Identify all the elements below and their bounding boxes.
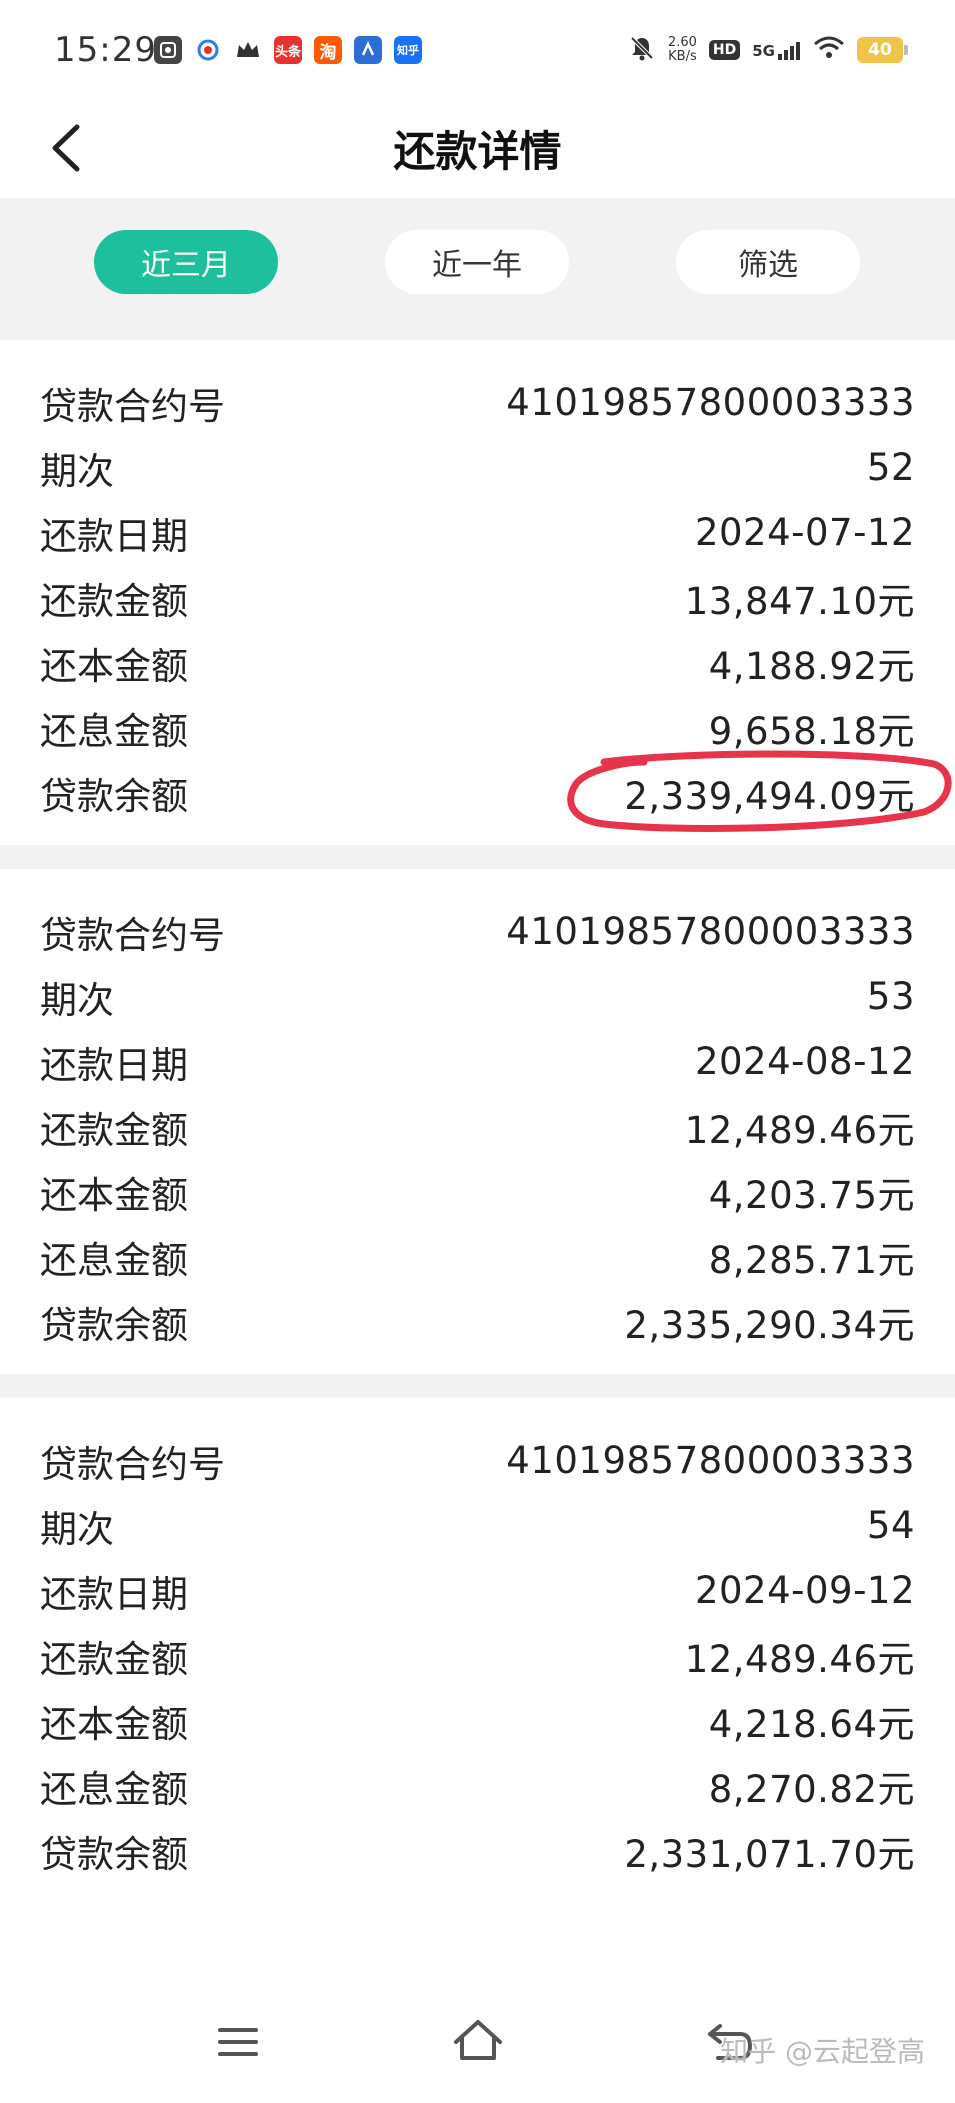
balance-value: 2,339,494.09元 [624,774,915,818]
app-a-icon [154,36,182,64]
period-label: 期次 [40,449,114,493]
contract-label: 贷款合约号 [40,1442,225,1486]
principal-label: 还本金额 [40,1173,188,1217]
row-balance: 贷款余额 2,339,494.09元 [40,750,952,832]
row-contract: 贷款合约号 41019857800003333 [40,1428,915,1493]
net-speed: 2.60 KB/s [667,35,697,64]
interest-value: 9,658.18元 [708,709,915,753]
row-balance: 贷款余额 2,335,290.34元 [40,1289,915,1354]
amount-value: 13,847.10元 [684,579,915,623]
row-date: 还款日期 2024-08-12 [40,1029,915,1094]
date-label: 还款日期 [40,1572,188,1616]
principal-value: 4,218.64元 [708,1702,915,1746]
principal-label: 还本金额 [40,1702,188,1746]
row-interest: 还息金额 9,658.18元 [40,695,915,760]
date-value: 2024-08-12 [694,1040,915,1083]
period-value: 52 [866,446,915,489]
amount-label: 还款金额 [40,1108,188,1152]
period-label: 期次 [40,1507,114,1551]
cell-signal-icon: 5G [752,40,801,60]
row-amount: 还款金额 13,847.10元 [40,565,915,630]
row-contract: 贷款合约号 41019857800003333 [40,899,915,964]
crown-app-icon [234,36,262,64]
amount-label: 还款金额 [40,1637,188,1681]
balance-label: 贷款余额 [40,1832,188,1876]
filter-button[interactable]: 筛选 [676,230,860,294]
contract-value: 41019857800003333 [506,1439,915,1482]
row-amount: 还款金额 12,489.46元 [40,1094,915,1159]
row-period: 期次 52 [40,435,915,500]
principal-value: 4,203.75元 [708,1173,915,1217]
status-bar: 15:29 头条 淘 知乎 2.60 KB/s HD 5G 40 [0,0,955,104]
period-value: 54 [866,1504,915,1547]
interest-label: 还息金额 [40,1767,188,1811]
interest-value: 8,285.71元 [708,1238,915,1282]
row-contract: 贷款合约号 41019857800003333 [40,370,915,435]
status-indicators: 2.60 KB/s HD 5G 40 [628,34,908,66]
row-amount: 还款金额 12,489.46元 [40,1623,915,1688]
principal-label: 还本金额 [40,644,188,688]
balance-label: 贷款余额 [40,774,188,818]
date-value: 2024-07-12 [694,511,915,554]
nav-header: 还款详情 [0,104,955,198]
amount-value: 12,489.46元 [684,1108,915,1152]
watermark: 知乎 @云起登高 [720,2035,925,2068]
repayment-record: 贷款合约号 41019857800003333 期次 52 还款日期 2024-… [0,340,955,845]
filter-bar: 近三月 近一年 筛选 [0,198,955,340]
filter-last-year[interactable]: 近一年 [385,230,569,294]
contract-label: 贷款合约号 [40,913,225,957]
period-label: 期次 [40,978,114,1022]
system-nav-bar: 知乎 @云起登高 [0,1990,955,2103]
interest-label: 还息金额 [40,709,188,753]
contract-value: 41019857800003333 [506,910,915,953]
wifi-icon [813,36,845,64]
period-value: 53 [866,975,915,1018]
contract-label: 贷款合约号 [40,384,225,428]
row-principal: 还本金额 4,218.64元 [40,1688,915,1753]
balance-value: 2,331,071.70元 [624,1832,915,1876]
interest-value: 8,270.82元 [708,1767,915,1811]
date-label: 还款日期 [40,1043,188,1087]
row-date: 还款日期 2024-09-12 [40,1558,915,1623]
home-icon[interactable] [448,2012,508,2072]
contract-value: 41019857800003333 [506,381,915,424]
menu-icon[interactable] [208,2012,268,2072]
row-date: 还款日期 2024-07-12 [40,500,915,565]
balance-label: 贷款余额 [40,1303,188,1347]
row-interest: 还息金额 8,285.71元 [40,1224,915,1289]
row-principal: 还本金额 4,188.92元 [40,630,915,695]
filter-last-three-months[interactable]: 近三月 [94,230,278,294]
status-app-icons: 头条 淘 知乎 [154,36,422,64]
app-b-icon [194,36,222,64]
zhihu-icon: 知乎 [394,36,422,64]
repayment-record: 贷款合约号 41019857800003333 期次 53 还款日期 2024-… [0,845,955,1374]
toutiao-icon: 头条 [274,36,302,64]
highlighted-balance: 2,339,494.09元 [567,750,952,832]
row-period: 期次 54 [40,1493,915,1558]
battery-icon: 40 [857,37,908,63]
status-time: 15:29 [54,30,157,70]
page-title: 还款详情 [393,127,562,176]
row-period: 期次 53 [40,964,915,1029]
principal-value: 4,188.92元 [708,644,915,688]
amount-label: 还款金额 [40,579,188,623]
row-balance: 贷款余额 2,331,071.70元 [40,1818,915,1883]
hd-badge: HD [708,40,741,60]
balance-value: 2,335,290.34元 [624,1303,915,1347]
repayment-record: 贷款合约号 41019857800003333 期次 54 还款日期 2024-… [0,1374,955,1903]
row-interest: 还息金额 8,270.82元 [40,1753,915,1818]
date-label: 还款日期 [40,514,188,558]
repayment-records: 贷款合约号 41019857800003333 期次 52 还款日期 2024-… [0,340,955,1903]
taobao-icon: 淘 [314,36,342,64]
mute-bell-icon [628,34,656,66]
date-value: 2024-09-12 [694,1569,915,1612]
app-c-icon [354,36,382,64]
amount-value: 12,489.46元 [684,1637,915,1681]
interest-label: 还息金额 [40,1238,188,1282]
row-principal: 还本金额 4,203.75元 [40,1159,915,1224]
